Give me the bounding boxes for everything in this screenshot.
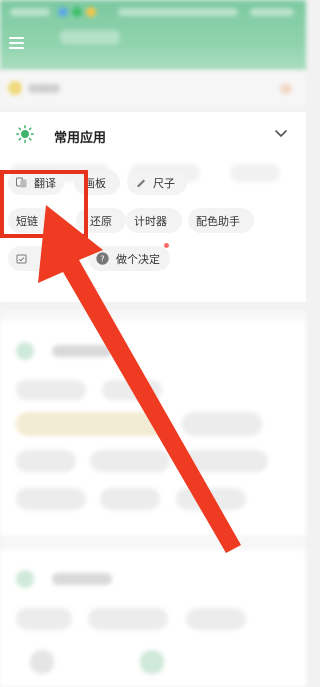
tool-label: 做个决定 <box>116 252 160 266</box>
sun-icon <box>16 125 34 143</box>
tool-label: 配色助手 <box>196 214 240 228</box>
card-header[interactable]: 常用应用 <box>0 112 306 156</box>
blurred-item <box>230 164 280 182</box>
tool-label: 还原 <box>90 214 112 228</box>
notice-icon <box>8 81 22 95</box>
notice-text <box>28 84 60 93</box>
tool-chip-color-helper[interactable]: 配色助手 <box>188 208 254 233</box>
blurred-content <box>0 310 306 687</box>
blurred-section <box>0 550 306 687</box>
new-badge <box>164 243 169 248</box>
highlight-box <box>0 170 88 238</box>
calendar-icon <box>16 254 27 264</box>
tool-chip-decide[interactable]: ? 做个决定 <box>88 246 170 271</box>
svg-text:?: ? <box>100 253 104 263</box>
tool-chip-calendar[interactable] <box>8 246 76 271</box>
card-title: 常用应用 <box>54 131 107 146</box>
ruler-icon <box>137 179 145 188</box>
notice-action-icon[interactable] <box>280 84 292 94</box>
tool-label: 计时器 <box>134 214 167 228</box>
tool-chip-timer[interactable]: 计时器 <box>126 208 182 233</box>
tool-label: 尺子 <box>153 176 175 190</box>
menu-icon[interactable] <box>9 37 24 49</box>
header-title <box>60 30 120 44</box>
app-header <box>0 0 306 70</box>
tool-chip-ruler[interactable]: 尺子 <box>127 170 187 195</box>
chevron-down-icon[interactable] <box>274 126 288 140</box>
decision-icon: ? <box>96 252 109 265</box>
status-bar <box>0 0 306 22</box>
blurred-section <box>0 320 306 535</box>
notice-bar[interactable] <box>0 72 306 108</box>
